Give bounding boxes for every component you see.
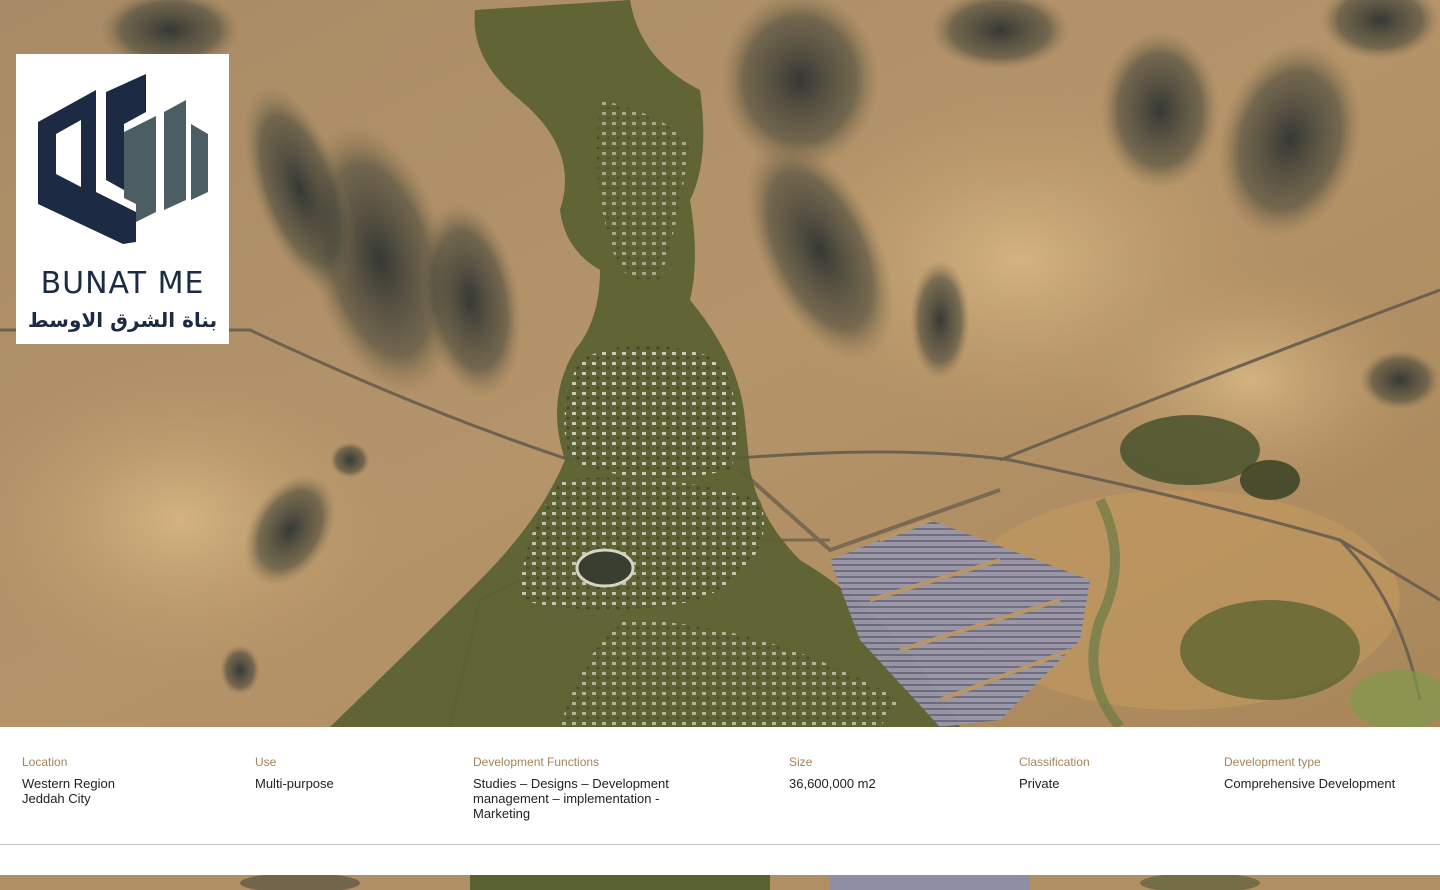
info-value-line: Western Region bbox=[22, 776, 115, 791]
info-value: Private bbox=[1019, 776, 1090, 791]
info-label: Location bbox=[22, 755, 68, 769]
info-value: Western Region Jeddah City bbox=[22, 776, 115, 806]
info-value-line: Marketing bbox=[473, 806, 531, 821]
info-value-line: 36,600,000 m2 bbox=[789, 776, 876, 791]
info-value: Multi-purpose bbox=[255, 776, 334, 791]
next-aerial-image-peek bbox=[0, 875, 1440, 890]
info-label: Development Functions bbox=[473, 755, 600, 769]
info-location: Location Western Region Jeddah City bbox=[22, 755, 115, 806]
info-value: 36,600,000 m2 bbox=[789, 776, 876, 791]
project-page: BUNAT ME بناة الشرق الاوسط Location West… bbox=[0, 0, 1440, 890]
project-info-strip: Location Western Region Jeddah City Use … bbox=[0, 727, 1440, 845]
brand-logo-card: BUNAT ME بناة الشرق الاوسط bbox=[16, 54, 229, 344]
info-label: Size bbox=[789, 755, 813, 769]
info-label: Development type bbox=[1224, 755, 1321, 769]
info-size: Size 36,600,000 m2 bbox=[789, 755, 876, 791]
aerial-render-peek-graphic bbox=[0, 875, 1440, 890]
info-value: Comprehensive Development bbox=[1224, 776, 1395, 791]
info-label: Classification bbox=[1019, 755, 1090, 769]
info-label: Use bbox=[255, 755, 277, 769]
bunat-logo-icon bbox=[38, 74, 208, 244]
info-use: Use Multi-purpose bbox=[255, 755, 334, 791]
info-value-line: Studies – Designs – Development bbox=[473, 776, 669, 791]
brand-name-arabic: بناة الشرق الاوسط bbox=[27, 308, 218, 332]
info-value-line: Multi-purpose bbox=[255, 776, 334, 791]
info-development-functions: Development Functions Studies – Designs … bbox=[473, 755, 669, 821]
section-spacer bbox=[0, 846, 1440, 875]
info-value-line: Private bbox=[1019, 776, 1060, 791]
info-value-line: Jeddah City bbox=[22, 791, 91, 806]
info-value-line: management – implementation - bbox=[473, 791, 660, 806]
info-value: Studies – Designs – Development manageme… bbox=[473, 776, 669, 821]
info-value-line: Comprehensive Development bbox=[1224, 776, 1396, 791]
info-classification: Classification Private bbox=[1019, 755, 1090, 791]
info-development-type: Development type Comprehensive Developme… bbox=[1224, 755, 1395, 791]
brand-name-english: BUNAT ME bbox=[40, 266, 205, 301]
